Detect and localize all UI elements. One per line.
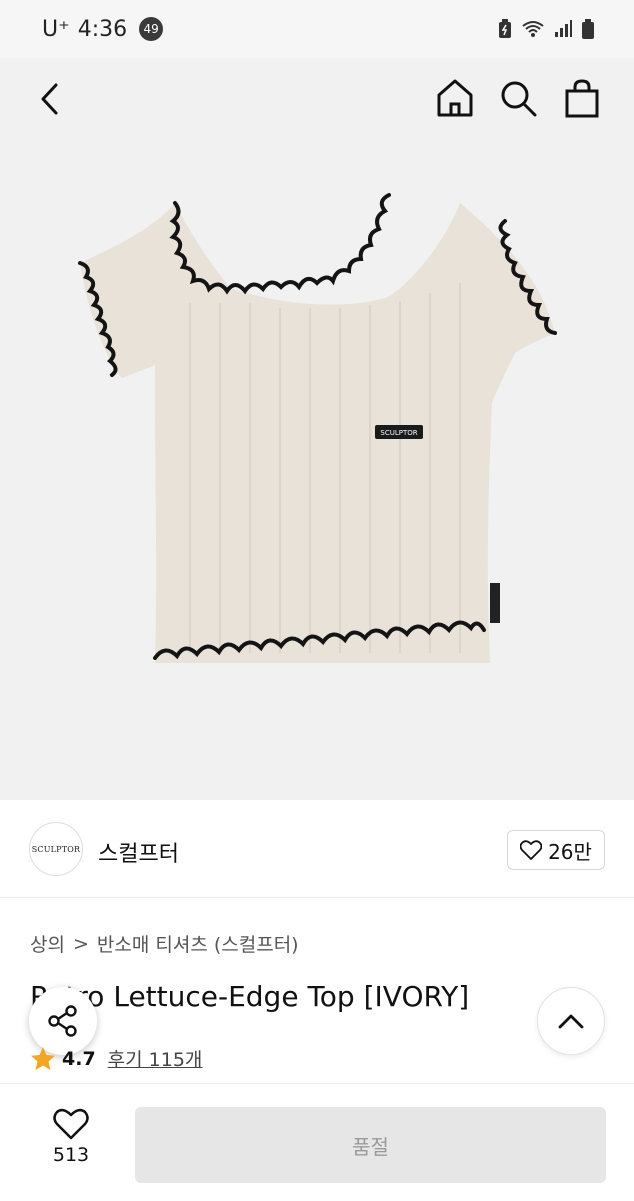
home-icon[interactable]: [436, 78, 474, 118]
chevron-up-icon: [558, 1014, 584, 1029]
product-image-area[interactable]: SCULPTOR: [0, 58, 634, 800]
heart-icon: [520, 840, 543, 860]
signal-icon: [555, 20, 572, 37]
brand-like-button[interactable]: 26만: [507, 830, 605, 870]
notification-badge: 49: [139, 17, 164, 41]
breadcrumb-subcategory[interactable]: 반소매 티셔츠 (스컬프터): [97, 930, 299, 957]
breadcrumb-category[interactable]: 상의: [30, 930, 65, 957]
product-title: Retro Lettuce-Edge Top [IVORY]: [30, 980, 470, 1013]
breadcrumb-separator: >: [72, 932, 89, 955]
clock: 4:36: [77, 16, 128, 42]
battery-icon: [582, 19, 594, 39]
battery-saver-icon: [499, 19, 511, 38]
share-icon: [48, 1005, 77, 1037]
heart-icon: [53, 1108, 89, 1140]
shopping-bag-icon[interactable]: [564, 78, 600, 118]
bottom-bar: 513 품절: [0, 1083, 634, 1201]
scroll-top-button[interactable]: [537, 987, 605, 1055]
brand-row: SCULPTOR 스컬프터 26만: [0, 800, 634, 898]
rating-row: 4.7 후기 115개: [30, 1045, 202, 1072]
star-icon: [31, 1046, 55, 1070]
breadcrumb: 상의 > 반소매 티셔츠 (스컬프터): [30, 930, 299, 957]
brand-logo[interactable]: SCULPTOR: [29, 822, 83, 876]
carrier-label: U⁺: [42, 16, 70, 42]
sold-out-button[interactable]: 품절: [135, 1107, 606, 1183]
brand-name[interactable]: 스컬프터: [98, 836, 179, 868]
wish-count: 513: [52, 1144, 90, 1166]
wish-button[interactable]: 513: [36, 1108, 106, 1166]
back-arrow-icon[interactable]: [38, 82, 62, 116]
shirt-body: [80, 203, 555, 663]
brand-like-count: 26만: [548, 839, 592, 864]
status-bar: U⁺ 4:36 49: [0, 0, 634, 58]
review-count-link[interactable]: 후기 115개: [108, 1045, 203, 1072]
side-tag: [490, 583, 500, 623]
rating-score: 4.7: [62, 1047, 96, 1070]
wifi-icon: [522, 21, 544, 37]
brand-label-text: SCULPTOR: [380, 429, 417, 437]
product-photo: SCULPTOR: [60, 193, 580, 687]
search-icon[interactable]: [500, 80, 538, 118]
